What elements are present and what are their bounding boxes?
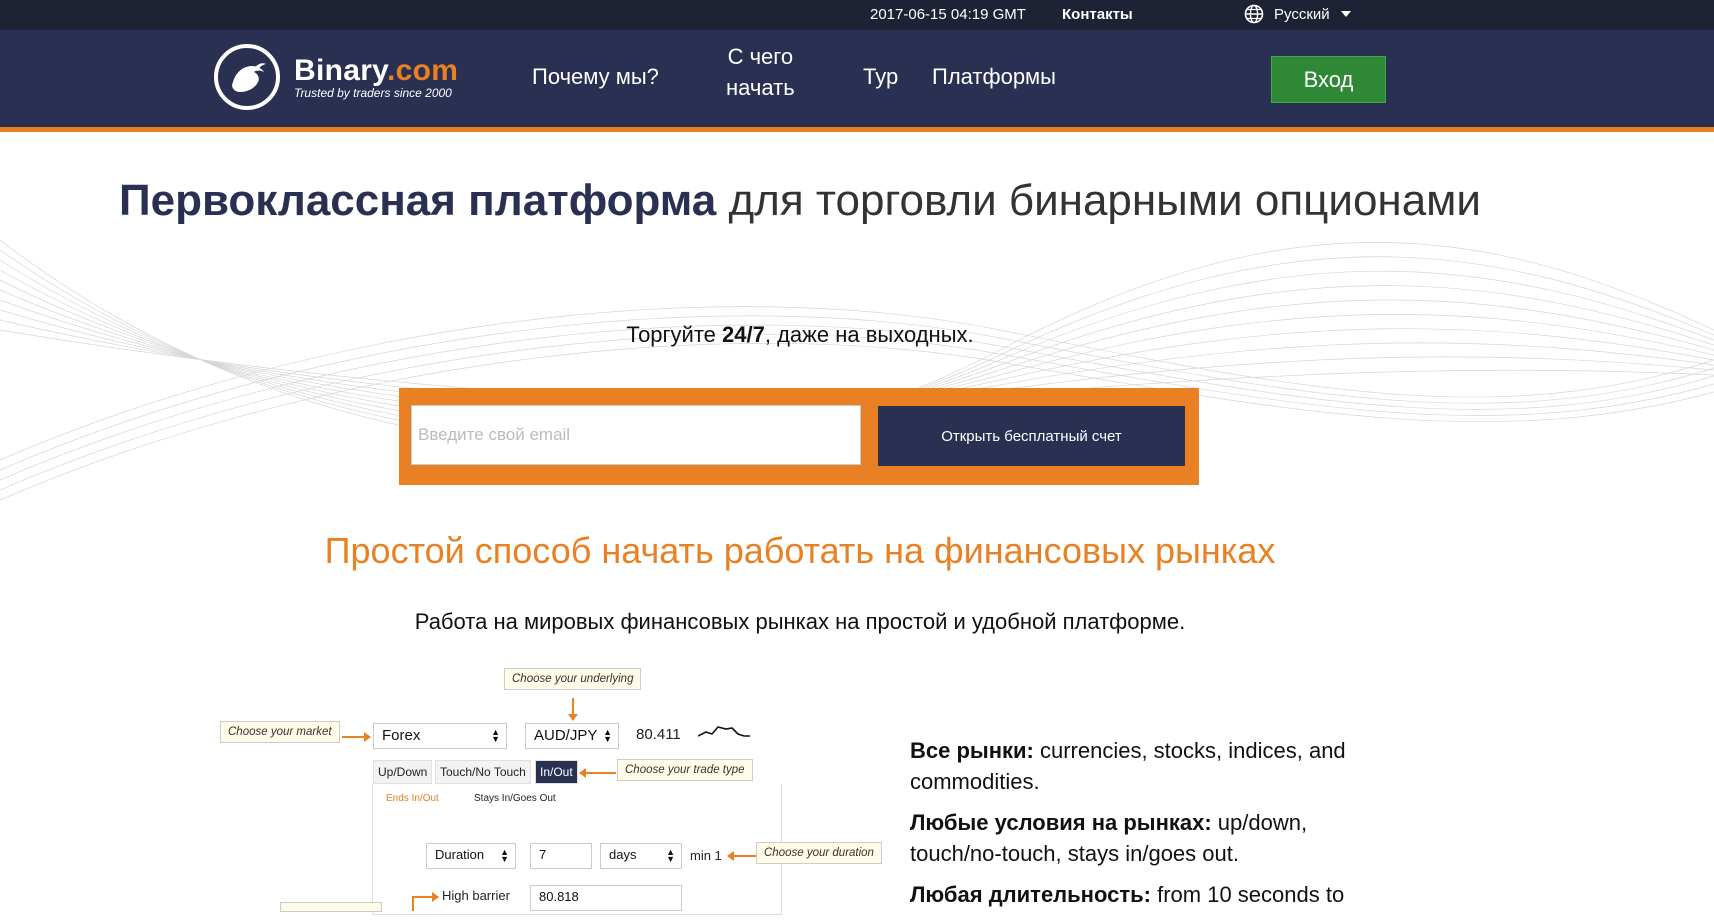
- nav-why-us[interactable]: Почему мы?: [532, 61, 659, 92]
- language-selector[interactable]: Русский: [1244, 4, 1352, 24]
- nav-getting-started-line2: начать: [726, 75, 795, 100]
- duration-min-label: min 1: [690, 848, 722, 863]
- select-caret-icon: ▲ ▼: [500, 847, 509, 864]
- subtab-ends-in-out[interactable]: Ends In/Out: [386, 793, 439, 804]
- note-market: Choose your market: [220, 721, 340, 743]
- arrow-barrier-vertical: [412, 897, 414, 911]
- signup-form: Открыть бесплатный счет: [399, 388, 1199, 485]
- top-bar: 2017-06-15 04:19 GMT Контакты Русский: [0, 0, 1714, 30]
- note-duration: Choose your duration: [756, 842, 882, 864]
- bull-logo-icon: [214, 44, 280, 110]
- server-time: 2017-06-15 04:19 GMT: [870, 6, 1026, 23]
- tab-in-out[interactable]: In/Out: [535, 760, 578, 784]
- high-barrier-input[interactable]: 80.818: [530, 885, 682, 911]
- section-title: Простой способ начать работать на финанс…: [324, 530, 1276, 571]
- duration-type-select[interactable]: Duration ▲ ▼: [426, 843, 516, 869]
- high-barrier-label: High barrier: [442, 888, 510, 903]
- brand-tagline: Trusted by traders since 2000: [294, 86, 452, 100]
- hero-title: Первоклассная платформа для торговли бин…: [118, 176, 1482, 225]
- nav-getting-started[interactable]: С чего начать: [726, 41, 795, 103]
- section-subtitle: Работа на мировых финансовых рынках на п…: [414, 609, 1186, 634]
- subtab-stays-in-goes-out[interactable]: Stays In/Goes Out: [474, 793, 556, 804]
- brand-name: Binary.com: [294, 54, 459, 87]
- main-navbar: Binary.com Trusted by traders since 2000…: [0, 30, 1714, 132]
- hero-subtitle: Торгуйте 24/7, даже на выходных.: [626, 322, 974, 347]
- contacts-link[interactable]: Контакты: [1062, 6, 1133, 23]
- caret-down-icon: [1340, 11, 1351, 17]
- feature-duration: Любая длительность: from 10 seconds to: [910, 882, 1345, 907]
- nav-tour[interactable]: Тур: [863, 61, 898, 92]
- duration-value-input[interactable]: 7: [530, 843, 592, 869]
- select-caret-icon: ▲ ▼: [491, 727, 500, 744]
- arrow-trade-type: [579, 768, 616, 778]
- arrow-underlying: [568, 698, 578, 721]
- market-select[interactable]: Forex ▲ ▼: [373, 723, 507, 749]
- tab-up-down[interactable]: Up/Down: [373, 760, 433, 784]
- note-underlying: Choose your underlying: [504, 668, 642, 690]
- email-input[interactable]: [411, 405, 861, 465]
- binary-logo[interactable]: Binary.com Trusted by traders since 2000: [214, 44, 458, 110]
- open-account-button[interactable]: Открыть бесплатный счет: [878, 406, 1185, 466]
- feature-market-conditions: Любые условия на рынках: up/down, touch/…: [910, 810, 1308, 866]
- tab-touch-no-touch[interactable]: Touch/No Touch: [435, 760, 531, 784]
- arrow-market: [342, 732, 371, 742]
- nav-platforms[interactable]: Платформы: [932, 61, 1056, 92]
- sparkline-icon: [698, 726, 750, 737]
- note-trade-type: Choose your trade type: [617, 759, 753, 781]
- globe-icon: [1244, 4, 1264, 24]
- select-caret-icon: ▲ ▼: [603, 727, 612, 744]
- price-value: 80.411: [636, 726, 681, 743]
- duration-unit-select[interactable]: days ▲ ▼: [600, 843, 682, 869]
- language-label: Русский: [1274, 5, 1330, 23]
- select-caret-icon: ▲ ▼: [666, 847, 675, 864]
- nav-getting-started-line1: С чего: [727, 44, 794, 69]
- feature-all-markets: Все рынки: currencies, stocks, indices, …: [910, 738, 1346, 794]
- features-list: Все рынки: currencies, stocks, indices, …: [910, 735, 1370, 920]
- login-button[interactable]: Вход: [1271, 56, 1386, 103]
- symbol-select[interactable]: AUD/JPY ▲ ▼: [525, 723, 619, 749]
- arrow-barrier: [412, 892, 439, 902]
